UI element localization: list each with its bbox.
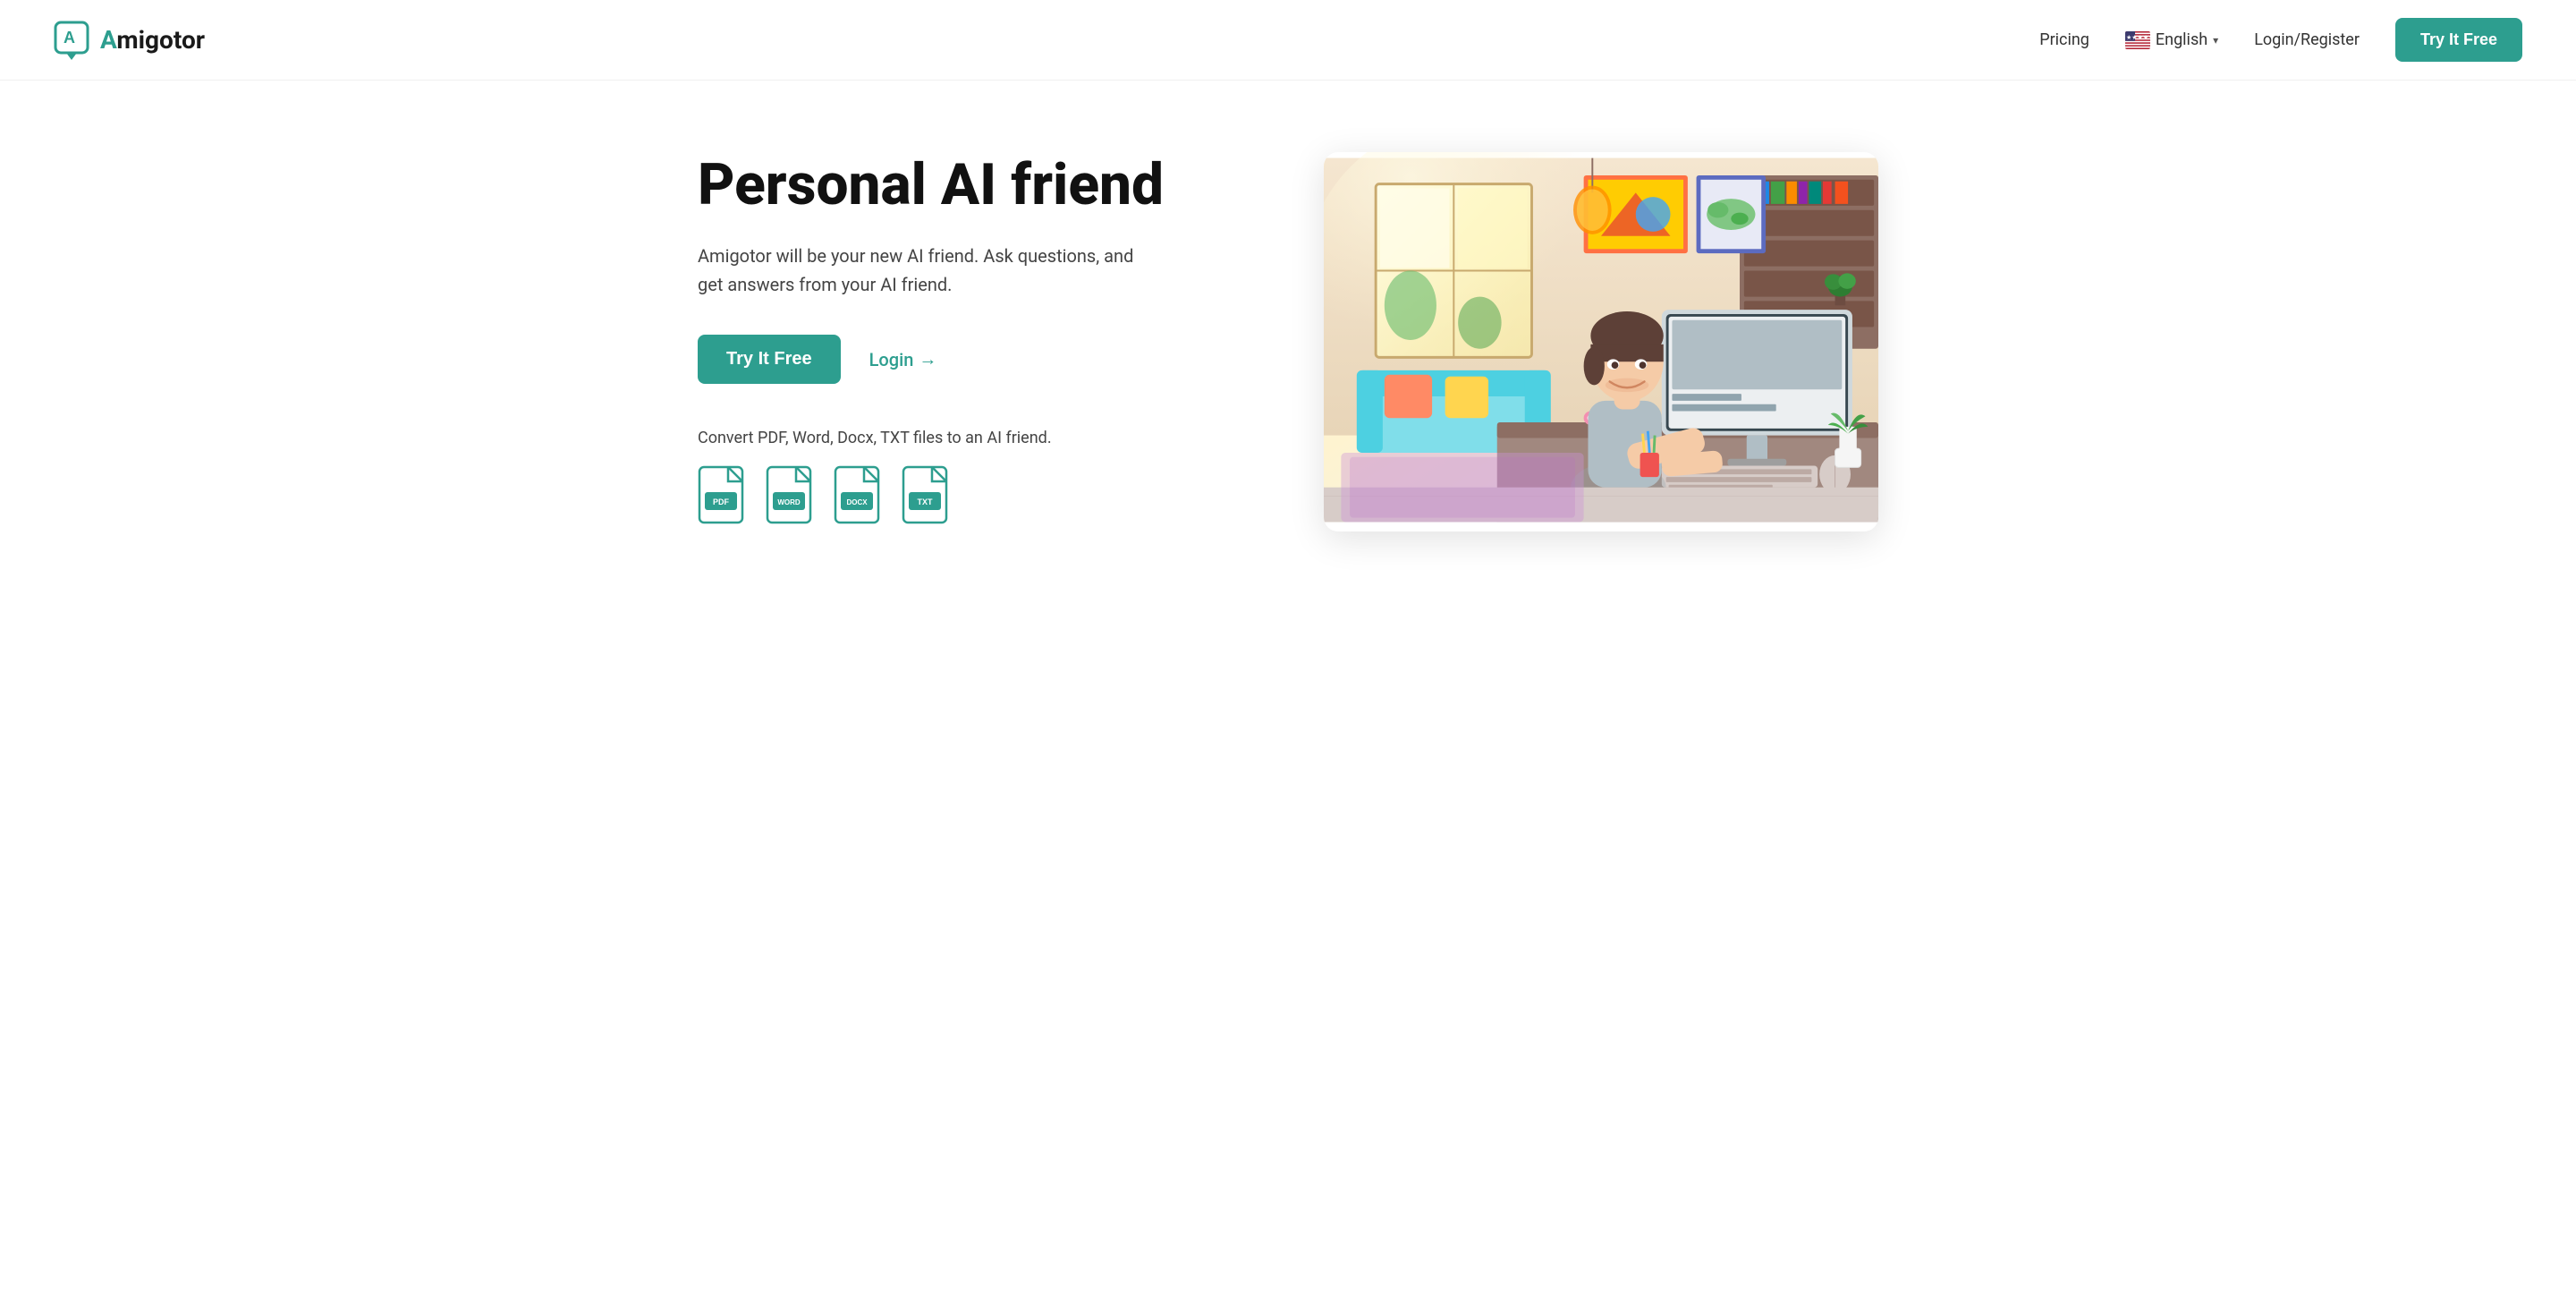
svg-text:TXT: TXT [918,497,934,506]
logo-icon: A [54,21,93,60]
txt-file-icon: TXT [902,465,955,530]
login-register-link[interactable]: Login/Register [2254,30,2360,49]
hero-left: Personal AI friend Amigotor will be your… [698,154,1216,530]
navbar-try-it-free-button[interactable]: Try It Free [2395,18,2522,62]
word-file-icon: WORD [766,465,819,530]
convert-text: Convert PDF, Word, Docx, TXT files to an… [698,429,1216,447]
logo[interactable]: A Amigotor [54,21,205,60]
nav-right: Pricing ★★★★★★ English ▾ Login/Register … [2039,18,2522,62]
navbar: A Amigotor Pricing ★★★★★★ English [0,0,2576,81]
hero-subtitle: Amigotor will be your new AI friend. Ask… [698,242,1163,299]
login-arrow-icon: → [919,348,936,370]
logo-text: Amigotor [100,25,205,55]
hero-image-container [1324,152,1878,531]
hero-title: Personal AI friend [698,154,1216,217]
docx-file-icon: DOCX [834,465,887,530]
file-icons: PDF WORD DOCX [698,465,1216,530]
hero-try-it-free-button[interactable]: Try It Free [698,335,841,384]
login-label: Login [869,349,914,370]
hero-right [1324,152,1878,531]
hero-section: Personal AI friend Amigotor will be your… [644,81,1932,603]
pdf-file-icon: PDF [698,465,751,530]
language-selector[interactable]: ★★★★★★ English ▾ [2125,30,2218,49]
svg-text:A: A [64,29,75,47]
svg-text:★★★★★★: ★★★★★★ [2126,34,2150,41]
language-label: English [2156,30,2207,49]
svg-text:WORD: WORD [777,498,801,506]
hero-illustration [1324,152,1878,528]
hero-actions: Try It Free Login → [698,335,1216,384]
flag-icon: ★★★★★★ [2125,31,2150,49]
pricing-link[interactable]: Pricing [2039,30,2089,49]
hero-login-link[interactable]: Login → [869,348,937,370]
svg-text:PDF: PDF [713,497,730,506]
svg-text:DOCX: DOCX [846,498,868,506]
chevron-down-icon: ▾ [2213,34,2218,47]
